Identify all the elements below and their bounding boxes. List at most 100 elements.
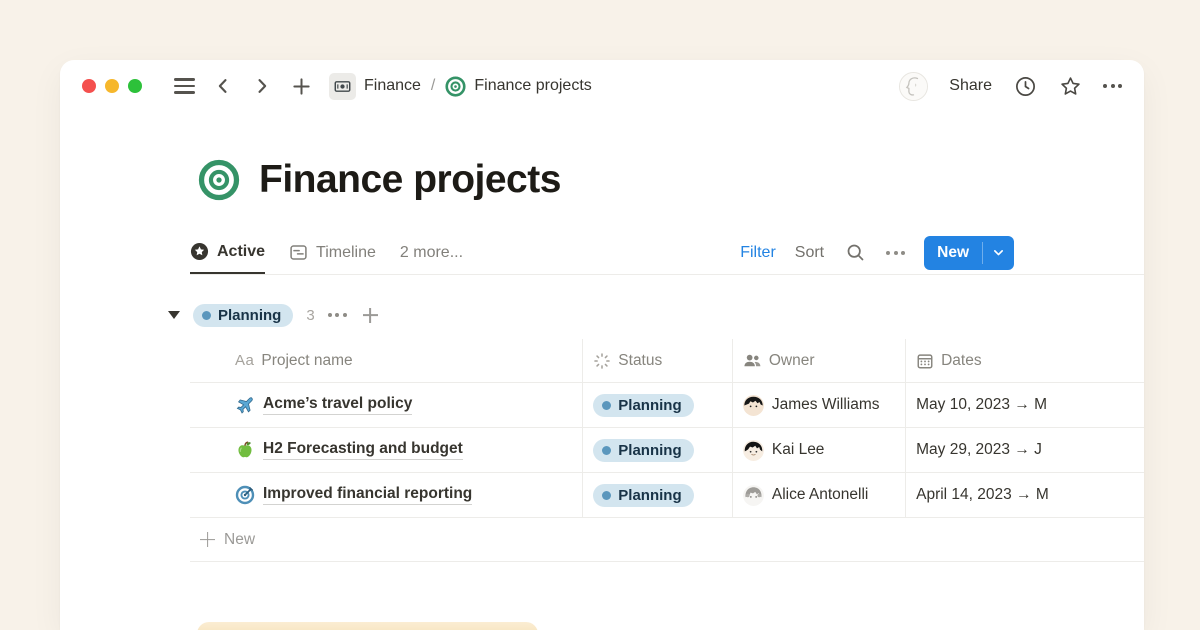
people-icon: [743, 351, 762, 370]
cell-owner[interactable]: James Williams: [733, 383, 906, 427]
close-window-button[interactable]: [82, 79, 96, 93]
table-row[interactable]: H2 Forecasting and budget Planning Kai L…: [190, 428, 1144, 473]
owner-name: Kai Lee: [772, 441, 825, 459]
chevron-down-icon: [992, 246, 1005, 259]
profile-sketch-icon: [900, 73, 927, 100]
more-views-button[interactable]: 2 more...: [400, 231, 463, 274]
date-range: May 29, 2023 → J: [916, 441, 1042, 459]
filter-button[interactable]: Filter: [740, 244, 776, 262]
project-name-link[interactable]: Acme’s travel policy: [263, 395, 412, 415]
owner-avatar: [743, 485, 764, 506]
view-options-button[interactable]: [886, 251, 905, 255]
tab-label: Timeline: [316, 244, 376, 262]
status-label: Planning: [618, 397, 681, 414]
traffic-lights: [82, 79, 142, 93]
collapse-group-toggle[interactable]: [168, 311, 180, 319]
breadcrumb-current-label[interactable]: Finance projects: [474, 77, 591, 95]
updates-button[interactable]: [1013, 74, 1037, 98]
column-header-status[interactable]: Status: [583, 339, 733, 382]
table-row[interactable]: Acme’s travel policy Planning James Will…: [190, 383, 1144, 428]
new-button[interactable]: New: [924, 236, 1014, 270]
projects-table: Aa Project name Status Owner Dates Acme’…: [190, 339, 1144, 562]
owner-avatar: [743, 440, 764, 461]
breadcrumb-parent-label[interactable]: Finance: [364, 77, 421, 95]
cell-status[interactable]: Planning: [583, 428, 733, 472]
date-range: May 10, 2023 → M: [916, 396, 1047, 414]
breadcrumb-parent-item[interactable]: [329, 73, 356, 100]
new-button-dropdown[interactable]: [983, 236, 1014, 270]
sort-button[interactable]: Sort: [795, 244, 824, 262]
tab-timeline-view[interactable]: Timeline: [289, 231, 376, 274]
group-options-button[interactable]: [328, 313, 347, 317]
table-header-row: Aa Project name Status Owner Dates: [190, 339, 1144, 383]
cell-project-name[interactable]: H2 Forecasting and budget: [190, 428, 583, 472]
group-status-pill[interactable]: Planning: [193, 304, 293, 327]
breadcrumb-separator: /: [431, 77, 435, 95]
calendar-icon: [916, 352, 934, 370]
cell-project-name[interactable]: Improved financial reporting: [190, 473, 583, 517]
column-header-name[interactable]: Aa Project name: [190, 339, 583, 382]
sidebar-menu-button[interactable]: [172, 74, 196, 98]
star-icon: [1059, 75, 1082, 98]
page-header: Finance projects: [198, 158, 561, 202]
add-row-button[interactable]: New: [190, 518, 1144, 562]
airplane-icon: [235, 395, 255, 415]
tab-active-view[interactable]: Active: [190, 231, 265, 274]
new-button-label: New: [924, 236, 982, 270]
group-count: 3: [306, 307, 314, 324]
tab-label: Active: [217, 243, 265, 261]
target-page-icon-large[interactable]: [198, 159, 240, 201]
starred-view-icon: [190, 242, 209, 261]
add-row-label: New: [224, 531, 255, 549]
table-row[interactable]: Improved financial reporting Planning Al…: [190, 473, 1144, 518]
cell-dates[interactable]: May 29, 2023 → J: [906, 428, 1144, 472]
status-label: Planning: [618, 487, 681, 504]
timeline-view-icon: [289, 243, 308, 262]
column-label: Dates: [941, 352, 982, 370]
status-label: Planning: [618, 442, 681, 459]
column-header-owner[interactable]: Owner: [733, 339, 906, 382]
target-page-icon: [445, 76, 466, 97]
owner-avatar: [743, 395, 764, 416]
chevron-left-icon: [214, 77, 232, 95]
text-property-icon: Aa: [235, 352, 254, 369]
more-options-button[interactable]: [1103, 84, 1122, 88]
back-button[interactable]: [211, 74, 235, 98]
column-label: Status: [618, 352, 662, 370]
views-bar: Active Timeline 2 more... Filter Sort Ne…: [190, 231, 1144, 275]
cell-project-name[interactable]: Acme’s travel policy: [190, 383, 583, 427]
cell-dates[interactable]: April 14, 2023 → M: [906, 473, 1144, 517]
cell-status[interactable]: Planning: [583, 473, 733, 517]
minimize-window-button[interactable]: [105, 79, 119, 93]
cell-owner[interactable]: Kai Lee: [733, 428, 906, 472]
group-label: Planning: [218, 307, 281, 324]
forward-button[interactable]: [250, 74, 274, 98]
search-button[interactable]: [843, 241, 867, 265]
group-add-button[interactable]: [363, 308, 378, 323]
zoom-window-button[interactable]: [128, 79, 142, 93]
status-burst-icon: [593, 352, 611, 370]
bottom-peek-card[interactable]: [197, 622, 538, 630]
share-button[interactable]: Share: [949, 77, 992, 95]
cell-owner[interactable]: Alice Antonelli: [733, 473, 906, 517]
new-page-button[interactable]: [289, 74, 313, 98]
blue-target-icon: [235, 485, 255, 505]
column-label: Project name: [261, 352, 352, 370]
group-header: Planning 3: [168, 300, 378, 330]
cell-status[interactable]: Planning: [583, 383, 733, 427]
user-avatar[interactable]: [899, 72, 928, 101]
breadcrumb: Finance / Finance projects: [329, 73, 592, 100]
column-header-dates[interactable]: Dates: [906, 339, 1144, 382]
project-name-link[interactable]: H2 Forecasting and budget: [263, 440, 463, 460]
clock-icon: [1014, 75, 1037, 98]
project-name-link[interactable]: Improved financial reporting: [263, 485, 472, 505]
owner-name: James Williams: [772, 396, 880, 414]
search-icon: [845, 242, 866, 263]
column-label: Owner: [769, 352, 815, 370]
hamburger-icon: [174, 78, 195, 93]
favorite-button[interactable]: [1058, 74, 1082, 98]
green-apple-icon: [235, 440, 255, 460]
plus-icon: [200, 532, 215, 547]
banknote-icon: [334, 78, 351, 95]
cell-dates[interactable]: May 10, 2023 → M: [906, 383, 1144, 427]
